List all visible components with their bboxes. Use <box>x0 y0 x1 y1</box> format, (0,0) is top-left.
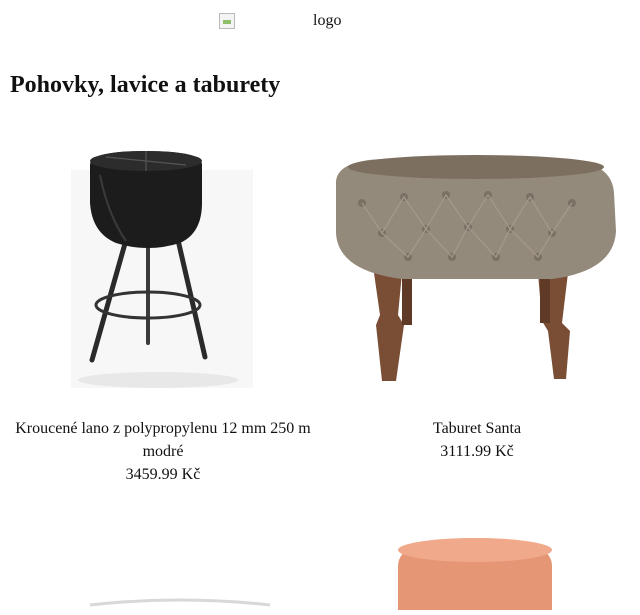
product-price: 3111.99 Kč <box>440 443 514 460</box>
product-card[interactable]: Taburet Santa 3111.99 Kč <box>322 145 632 463</box>
product-image-partial[interactable] <box>380 530 570 610</box>
logo-alt-text: logo <box>313 12 342 29</box>
logo[interactable]: logo <box>219 10 341 32</box>
product-name[interactable]: Kroucené lano z polypropylenu 12 mm 250 … <box>8 417 318 463</box>
product-image-partial[interactable] <box>80 594 280 607</box>
broken-image-icon <box>219 13 235 29</box>
product-card[interactable]: Kroucené lano z polypropylenu 12 mm 250 … <box>8 145 318 486</box>
product-image[interactable] <box>8 145 318 393</box>
product-name[interactable]: Taburet Santa <box>322 417 632 440</box>
page-title: Pohovky, lavice a taburety <box>10 72 281 98</box>
product-price: 3459.99 Kč <box>125 466 201 483</box>
product-image[interactable] <box>322 145 632 393</box>
